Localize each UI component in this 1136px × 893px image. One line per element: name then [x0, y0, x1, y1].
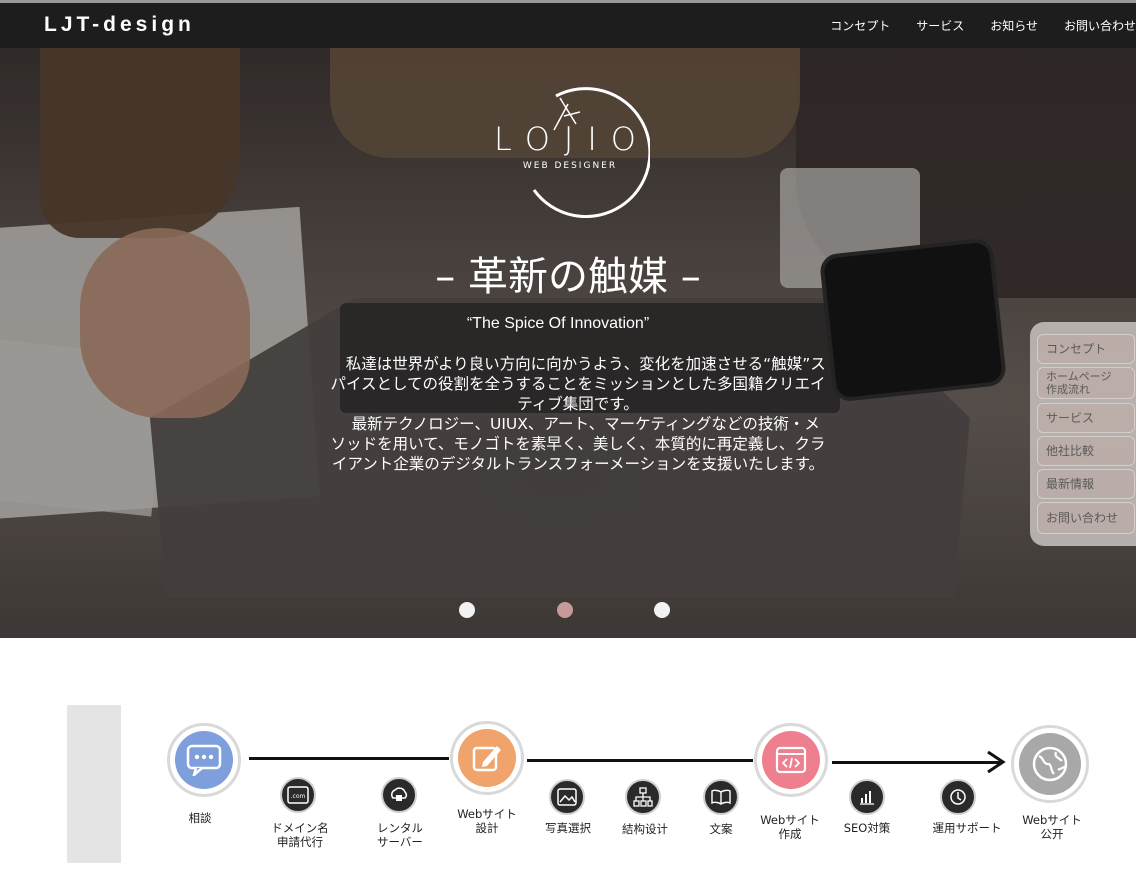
side-menu-service[interactable]: サービス: [1037, 403, 1135, 433]
side-menu-flow[interactable]: ホームページ 作成流れ: [1037, 367, 1135, 399]
hero-catchphrase: – 革新の触媒 –: [435, 254, 701, 300]
step-consult: [167, 723, 241, 797]
side-menu-contact[interactable]: お問い合わせ: [1037, 502, 1135, 534]
slider-dot[interactable]: [654, 602, 670, 618]
side-menu: コンセプト ホームページ 作成流れ サービス 他社比較 最新情報 お問い合わせ: [1030, 322, 1136, 546]
flow-line: [249, 757, 449, 760]
step-label: 写真選択: [545, 821, 591, 835]
slider-dot-active[interactable]: [557, 602, 573, 618]
step-label: 相談: [188, 811, 212, 825]
nav-news[interactable]: お知らせ: [990, 17, 1038, 34]
domain-icon: .com: [280, 777, 316, 813]
chat-bubble-icon: [175, 731, 233, 789]
flow-arrowhead-icon: [987, 750, 1006, 774]
step-label: Webサイト 設計: [457, 807, 517, 835]
code-window-icon: [762, 731, 820, 789]
flow-side-block: [67, 705, 121, 863]
nav-contact[interactable]: お問い合わせ: [1064, 17, 1136, 34]
nav-concept[interactable]: コンセプト: [830, 17, 890, 34]
book-icon: [703, 779, 739, 815]
step-label: ドメイン名 申請代行: [271, 821, 329, 849]
logo-text: LOJIO: [494, 120, 650, 158]
step-design: [450, 721, 524, 795]
pencil-edit-icon: [458, 729, 516, 787]
side-menu-comparison[interactable]: 他社比較: [1037, 436, 1135, 466]
step-label: 結构设计: [622, 822, 668, 836]
side-menu-concept[interactable]: コンセプト: [1037, 334, 1135, 364]
flow-line: [527, 759, 753, 762]
top-navbar: LJT-design コンセプト サービス お知らせ お問い合わせ: [0, 0, 1136, 48]
server-icon: [381, 777, 417, 813]
hero-desc-paragraph: 私達は世界がより良い方向に向かうよう、変化を加速させる“触媒”スパイスとしての役…: [330, 355, 826, 413]
step-label: レンタル サーバー: [377, 821, 423, 849]
hero-slider: LOJIO WEB DESIGNER – 革新の触媒 – “The Spice …: [0, 48, 1136, 638]
slider-dot[interactable]: [459, 602, 475, 618]
hero-subcatch: “The Spice Of Innovation”: [466, 315, 650, 332]
brand-logo[interactable]: LJT-design: [44, 13, 195, 37]
main-nav: コンセプト サービス お知らせ お問い合わせ: [830, 17, 1136, 34]
step-label: Webサイト 公开: [1022, 813, 1082, 841]
step-label: SEO対策: [843, 821, 891, 835]
step-launch: [1011, 725, 1089, 803]
nav-service[interactable]: サービス: [916, 17, 964, 34]
image-icon: [549, 779, 585, 815]
svg-text:.com: .com: [291, 793, 306, 800]
globe-icon: [1019, 733, 1081, 795]
step-label: Webサイト 作成: [760, 813, 820, 841]
flow-line: [832, 761, 1000, 764]
hero-description: 私達は世界がより良い方向に向かうよう、変化を加速させる“触媒”スパイスとしての役…: [330, 354, 826, 474]
sitemap-icon: [625, 779, 661, 815]
side-menu-news[interactable]: 最新情報: [1037, 469, 1135, 499]
step-label: 運用サポート: [932, 821, 1002, 835]
step-build: [754, 723, 828, 797]
logo-subtitle: WEB DESIGNER: [522, 161, 618, 171]
step-label: 文案: [709, 822, 733, 836]
support-icon: [940, 779, 976, 815]
chart-icon: [849, 779, 885, 815]
hero-desc-paragraph: 最新テクノロジー、UIUX、アート、マーケティングなどの技術・メソッドを用いて、…: [330, 415, 826, 473]
